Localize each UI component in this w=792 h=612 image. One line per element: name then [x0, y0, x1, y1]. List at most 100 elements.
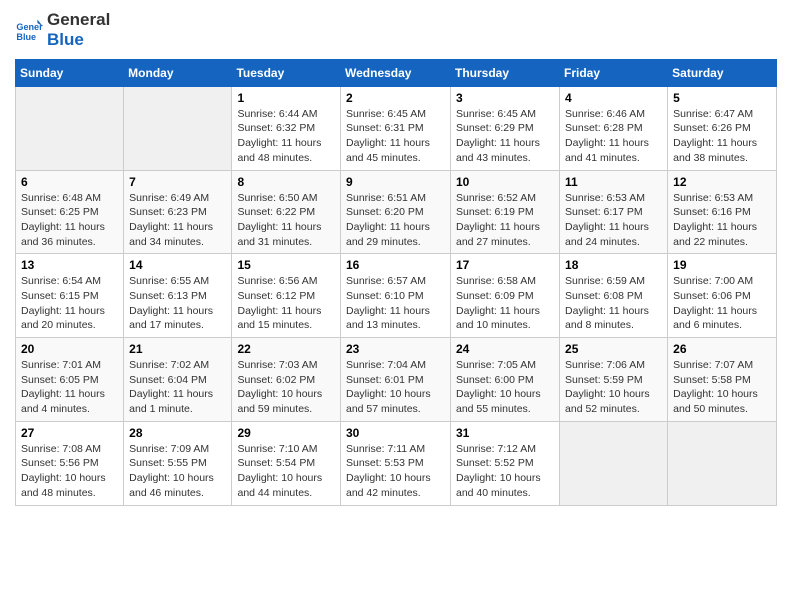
- calendar-cell: 31 Sunrise: 7:12 AMSunset: 5:52 PMDayligh…: [451, 421, 560, 505]
- calendar-cell: 11 Sunrise: 6:53 AMSunset: 6:17 PMDayligh…: [560, 170, 668, 254]
- calendar-week-1: 6 Sunrise: 6:48 AMSunset: 6:25 PMDaylight…: [16, 170, 777, 254]
- day-info: Sunrise: 7:04 AMSunset: 6:01 PMDaylight:…: [346, 358, 445, 417]
- calendar-cell: 4 Sunrise: 6:46 AMSunset: 6:28 PMDaylight…: [560, 86, 668, 170]
- day-info: Sunrise: 7:08 AMSunset: 5:56 PMDaylight:…: [21, 442, 118, 501]
- day-info: Sunrise: 7:10 AMSunset: 5:54 PMDaylight:…: [237, 442, 335, 501]
- day-number: 2: [346, 91, 445, 105]
- day-info: Sunrise: 6:45 AMSunset: 6:29 PMDaylight:…: [456, 107, 554, 166]
- day-info: Sunrise: 6:44 AMSunset: 6:32 PMDaylight:…: [237, 107, 335, 166]
- day-number: 8: [237, 175, 335, 189]
- weekday-header-saturday: Saturday: [668, 59, 777, 86]
- day-number: 27: [21, 426, 118, 440]
- day-number: 21: [129, 342, 226, 356]
- calendar-cell: 27 Sunrise: 7:08 AMSunset: 5:56 PMDayligh…: [16, 421, 124, 505]
- calendar-cell: 30Sunrise: 7:11 AMSunset: 5:53 PMDayligh…: [341, 421, 451, 505]
- day-info: Sunrise: 7:02 AMSunset: 6:04 PMDaylight:…: [129, 358, 226, 417]
- day-info: Sunrise: 6:58 AMSunset: 6:09 PMDaylight:…: [456, 274, 554, 333]
- calendar-cell: 3Sunrise: 6:45 AMSunset: 6:29 PMDaylight…: [451, 86, 560, 170]
- calendar-cell: [668, 421, 777, 505]
- calendar-cell: 2 Sunrise: 6:45 AMSunset: 6:31 PMDaylight…: [341, 86, 451, 170]
- day-info: Sunrise: 6:46 AMSunset: 6:28 PMDaylight:…: [565, 107, 662, 166]
- calendar-cell: 16 Sunrise: 6:57 AMSunset: 6:10 PMDayligh…: [341, 254, 451, 338]
- logo: General Blue General Blue: [15, 10, 110, 51]
- day-number: 14: [129, 258, 226, 272]
- calendar-week-3: 20 Sunrise: 7:01 AMSunset: 6:05 PMDayligh…: [16, 338, 777, 422]
- day-info: Sunrise: 7:03 AMSunset: 6:02 PMDaylight:…: [237, 358, 335, 417]
- day-info: Sunrise: 7:01 AMSunset: 6:05 PMDaylight:…: [21, 358, 118, 417]
- day-number: 17: [456, 258, 554, 272]
- day-number: 31: [456, 426, 554, 440]
- calendar-week-4: 27 Sunrise: 7:08 AMSunset: 5:56 PMDayligh…: [16, 421, 777, 505]
- calendar-cell: 29Sunrise: 7:10 AMSunset: 5:54 PMDayligh…: [232, 421, 341, 505]
- weekday-header-sunday: Sunday: [16, 59, 124, 86]
- day-info: Sunrise: 7:07 AMSunset: 5:58 PMDaylight:…: [673, 358, 771, 417]
- day-number: 4: [565, 91, 662, 105]
- weekday-header-monday: Monday: [124, 59, 232, 86]
- day-number: 10: [456, 175, 554, 189]
- day-info: Sunrise: 7:05 AMSunset: 6:00 PMDaylight:…: [456, 358, 554, 417]
- calendar-cell: 7 Sunrise: 6:49 AMSunset: 6:23 PMDaylight…: [124, 170, 232, 254]
- calendar-cell: 15 Sunrise: 6:56 AMSunset: 6:12 PMDayligh…: [232, 254, 341, 338]
- day-info: Sunrise: 6:48 AMSunset: 6:25 PMDaylight:…: [21, 191, 118, 250]
- day-number: 12: [673, 175, 771, 189]
- weekday-header-friday: Friday: [560, 59, 668, 86]
- calendar-week-2: 13 Sunrise: 6:54 AMSunset: 6:15 PMDayligh…: [16, 254, 777, 338]
- calendar-week-0: 1 Sunrise: 6:44 AMSunset: 6:32 PMDaylight…: [16, 86, 777, 170]
- calendar-cell: 22 Sunrise: 7:03 AMSunset: 6:02 PMDayligh…: [232, 338, 341, 422]
- day-number: 25: [565, 342, 662, 356]
- page-header: General Blue General Blue: [15, 10, 777, 51]
- day-info: Sunrise: 7:00 AMSunset: 6:06 PMDaylight:…: [673, 274, 771, 333]
- calendar-cell: 24 Sunrise: 7:05 AMSunset: 6:00 PMDayligh…: [451, 338, 560, 422]
- day-number: 20: [21, 342, 118, 356]
- day-number: 16: [346, 258, 445, 272]
- calendar-cell: 20 Sunrise: 7:01 AMSunset: 6:05 PMDayligh…: [16, 338, 124, 422]
- day-info: Sunrise: 6:53 AMSunset: 6:17 PMDaylight:…: [565, 191, 662, 250]
- calendar-cell: 23 Sunrise: 7:04 AMSunset: 6:01 PMDayligh…: [341, 338, 451, 422]
- day-info: Sunrise: 6:47 AMSunset: 6:26 PMDaylight:…: [673, 107, 771, 166]
- calendar-cell: 10Sunrise: 6:52 AMSunset: 6:19 PMDayligh…: [451, 170, 560, 254]
- day-number: 1: [237, 91, 335, 105]
- day-info: Sunrise: 6:56 AMSunset: 6:12 PMDaylight:…: [237, 274, 335, 333]
- calendar-cell: 25Sunrise: 7:06 AMSunset: 5:59 PMDayligh…: [560, 338, 668, 422]
- day-number: 9: [346, 175, 445, 189]
- day-number: 15: [237, 258, 335, 272]
- calendar-cell: 21 Sunrise: 7:02 AMSunset: 6:04 PMDayligh…: [124, 338, 232, 422]
- logo-blue: Blue: [47, 30, 110, 50]
- day-number: 13: [21, 258, 118, 272]
- calendar-table: SundayMondayTuesdayWednesdayThursdayFrid…: [15, 59, 777, 506]
- weekday-header-thursday: Thursday: [451, 59, 560, 86]
- day-number: 6: [21, 175, 118, 189]
- calendar-cell: 8Sunrise: 6:50 AMSunset: 6:22 PMDaylight…: [232, 170, 341, 254]
- calendar-cell: 1 Sunrise: 6:44 AMSunset: 6:32 PMDaylight…: [232, 86, 341, 170]
- day-info: Sunrise: 6:55 AMSunset: 6:13 PMDaylight:…: [129, 274, 226, 333]
- calendar-cell: [16, 86, 124, 170]
- day-info: Sunrise: 6:57 AMSunset: 6:10 PMDaylight:…: [346, 274, 445, 333]
- day-number: 18: [565, 258, 662, 272]
- day-info: Sunrise: 6:51 AMSunset: 6:20 PMDaylight:…: [346, 191, 445, 250]
- day-number: 5: [673, 91, 771, 105]
- day-number: 11: [565, 175, 662, 189]
- calendar-cell: 6 Sunrise: 6:48 AMSunset: 6:25 PMDaylight…: [16, 170, 124, 254]
- day-number: 24: [456, 342, 554, 356]
- day-number: 23: [346, 342, 445, 356]
- day-number: 7: [129, 175, 226, 189]
- calendar-cell: 5 Sunrise: 6:47 AMSunset: 6:26 PMDaylight…: [668, 86, 777, 170]
- day-info: Sunrise: 7:12 AMSunset: 5:52 PMDaylight:…: [456, 442, 554, 501]
- day-info: Sunrise: 6:54 AMSunset: 6:15 PMDaylight:…: [21, 274, 118, 333]
- day-info: Sunrise: 6:59 AMSunset: 6:08 PMDaylight:…: [565, 274, 662, 333]
- calendar-cell: 14 Sunrise: 6:55 AMSunset: 6:13 PMDayligh…: [124, 254, 232, 338]
- calendar-cell: 13 Sunrise: 6:54 AMSunset: 6:15 PMDayligh…: [16, 254, 124, 338]
- calendar-cell: 17 Sunrise: 6:58 AMSunset: 6:09 PMDayligh…: [451, 254, 560, 338]
- day-info: Sunrise: 6:49 AMSunset: 6:23 PMDaylight:…: [129, 191, 226, 250]
- calendar-cell: 9 Sunrise: 6:51 AMSunset: 6:20 PMDaylight…: [341, 170, 451, 254]
- weekday-header-tuesday: Tuesday: [232, 59, 341, 86]
- day-number: 19: [673, 258, 771, 272]
- weekday-header-wednesday: Wednesday: [341, 59, 451, 86]
- calendar-cell: 18 Sunrise: 6:59 AMSunset: 6:08 PMDayligh…: [560, 254, 668, 338]
- calendar-cell: 26Sunrise: 7:07 AMSunset: 5:58 PMDayligh…: [668, 338, 777, 422]
- calendar-cell: 19 Sunrise: 7:00 AMSunset: 6:06 PMDayligh…: [668, 254, 777, 338]
- day-info: Sunrise: 6:45 AMSunset: 6:31 PMDaylight:…: [346, 107, 445, 166]
- logo-icon: General Blue: [15, 16, 43, 44]
- logo-general: General: [47, 10, 110, 30]
- day-number: 22: [237, 342, 335, 356]
